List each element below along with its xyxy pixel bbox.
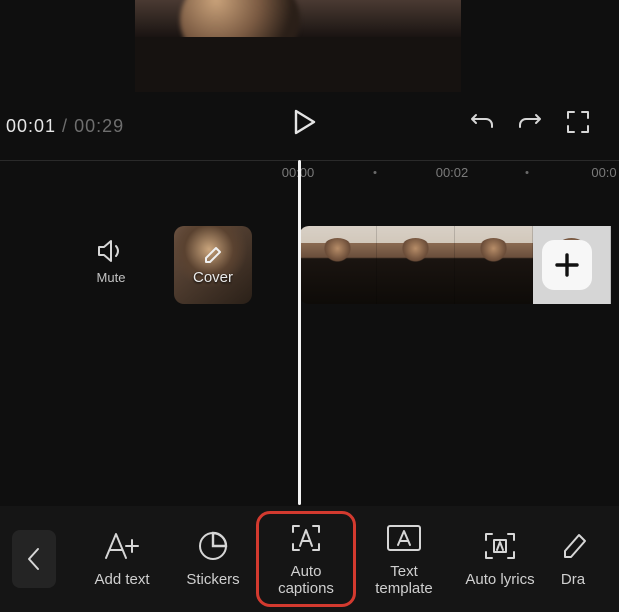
- add-clip-button[interactable]: [542, 240, 592, 290]
- stickers-icon: [197, 529, 229, 563]
- playhead[interactable]: [298, 160, 301, 505]
- play-button[interactable]: [292, 109, 316, 135]
- tool-label: Autocaptions: [278, 563, 334, 598]
- mute-label: Mute: [96, 270, 126, 285]
- mute-button[interactable]: Mute: [96, 238, 126, 285]
- tool-label: Add text: [94, 571, 149, 588]
- auto-captions-button[interactable]: Autocaptions: [256, 511, 356, 607]
- timeline-ruler[interactable]: 00:00 00:02 00:0: [0, 160, 619, 182]
- draw-button[interactable]: Dra: [548, 514, 598, 604]
- ruler-dot: [526, 171, 529, 174]
- stickers-button[interactable]: Stickers: [170, 514, 256, 604]
- tool-label: Stickers: [186, 571, 239, 588]
- ruler-dot: [374, 171, 377, 174]
- video-track: Mute Cover: [0, 212, 619, 312]
- clip-frame[interactable]: [377, 226, 455, 304]
- cover-label: Cover: [193, 269, 233, 286]
- tool-label: Texttemplate: [375, 563, 433, 598]
- time-separator: /: [56, 116, 74, 136]
- cover-button[interactable]: Cover: [174, 226, 252, 304]
- text-template-icon: [385, 521, 423, 555]
- transport-bar: 00:01 / 00:29: [0, 107, 619, 145]
- fullscreen-button[interactable]: [565, 109, 591, 135]
- ruler-tick: 00:02: [436, 165, 469, 180]
- redo-button[interactable]: [517, 109, 543, 135]
- auto-lyrics-button[interactable]: Auto lyrics: [452, 514, 548, 604]
- bottom-toolbar: Add text Stickers Autocaptions Texttempl…: [0, 506, 619, 612]
- tool-label: Auto lyrics: [465, 571, 534, 588]
- video-preview[interactable]: [135, 0, 461, 92]
- undo-button[interactable]: [469, 109, 495, 135]
- current-time: 00:01: [6, 116, 56, 136]
- auto-lyrics-icon: [482, 529, 518, 563]
- duration: 00:29: [74, 116, 124, 136]
- add-text-icon: [102, 529, 142, 563]
- edit-icon: [203, 245, 223, 265]
- tool-label: Dra: [561, 571, 585, 588]
- clip-frame[interactable]: [455, 226, 533, 304]
- back-button[interactable]: [12, 530, 56, 588]
- playback-time: 00:01 / 00:29: [0, 116, 124, 137]
- auto-captions-icon: [289, 521, 323, 555]
- ruler-tick: 00:0: [591, 165, 616, 180]
- clip-frame[interactable]: [299, 226, 377, 304]
- draw-icon: [559, 529, 587, 563]
- text-template-button[interactable]: Texttemplate: [356, 514, 452, 604]
- add-text-button[interactable]: Add text: [74, 514, 170, 604]
